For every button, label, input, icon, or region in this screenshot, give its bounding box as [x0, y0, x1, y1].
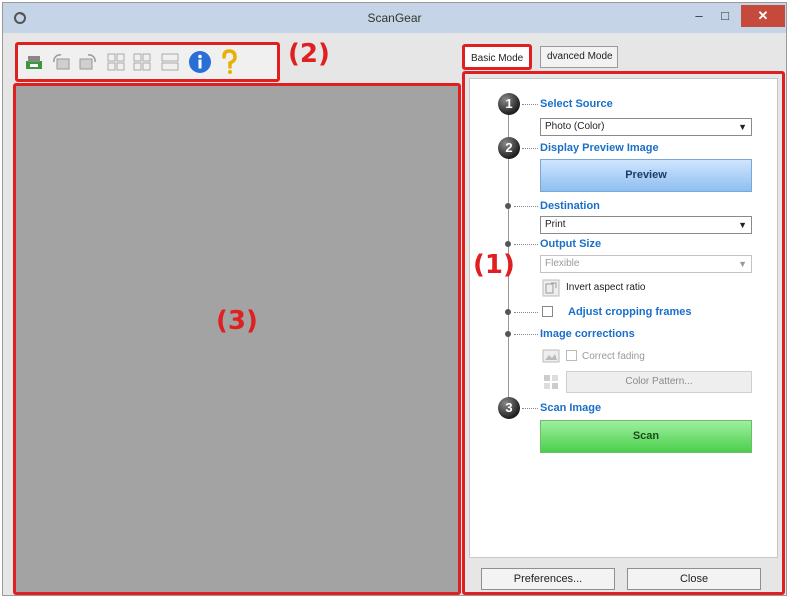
select-source-dropdown[interactable]: Photo (Color) ▼ [540, 118, 752, 136]
connector-dash [514, 244, 538, 245]
connector-dash [522, 104, 538, 105]
select-source-label: Select Source [540, 98, 613, 110]
minimize-icon[interactable]: ‒ [687, 5, 711, 27]
destination-label: Destination [540, 200, 600, 212]
rotate-right-icon[interactable] [78, 52, 98, 72]
connector-dash [514, 312, 538, 313]
select-source-value: Photo (Color) [545, 121, 605, 132]
basic-mode-settings: 1 Select Source Photo (Color) ▼ 2 Displa… [469, 78, 778, 558]
color-pattern-button[interactable]: Color Pattern... [566, 371, 752, 393]
output-size-value: Flexible [545, 258, 580, 269]
title-bar[interactable]: ScanGear ‒ □ ✕ [3, 3, 786, 33]
callout-settings: (1) [473, 250, 515, 280]
callout-preview: (3) [216, 306, 258, 336]
connector-dash [522, 408, 538, 409]
correct-fading-label: Correct fading [582, 351, 645, 362]
step-dot [505, 203, 511, 209]
window-title: ScanGear [367, 11, 422, 25]
tab-basic-mode[interactable]: Basic Mode [462, 44, 533, 70]
rotate-left-icon[interactable] [51, 52, 71, 72]
scan-image-label: Scan Image [540, 402, 602, 414]
preview-area[interactable]: (3) [13, 83, 461, 595]
close-button[interactable]: Close [627, 568, 761, 590]
scangear-window: ScanGear ‒ □ ✕ (2) (3) Basic Mode dvance… [2, 2, 787, 596]
invert-aspect-ratio-label: Invert aspect ratio [566, 282, 646, 293]
connector-dash [514, 206, 538, 207]
output-size-dropdown[interactable]: Flexible ▼ [540, 255, 752, 273]
adjust-cropping-label: Adjust cropping frames [568, 306, 692, 318]
help-icon[interactable] [218, 49, 240, 75]
chevron-down-icon: ▼ [738, 220, 747, 230]
toolbar [15, 42, 280, 82]
step-1-badge: 1 [498, 93, 520, 115]
invert-aspect-ratio-icon[interactable] [542, 279, 560, 297]
maximize-icon[interactable]: □ [713, 5, 737, 27]
connector-dash [522, 148, 538, 149]
chevron-down-icon: ▼ [738, 259, 747, 269]
destination-value: Print [545, 219, 566, 230]
multi-crop-icon[interactable] [160, 52, 180, 72]
info-icon[interactable] [188, 50, 212, 74]
output-size-label: Output Size [540, 238, 602, 250]
image-corrections-label: Image corrections [540, 328, 635, 340]
step-2-badge: 2 [498, 137, 520, 159]
step-3-badge: 3 [498, 397, 520, 419]
callout-toolbar: (2) [288, 39, 330, 69]
connector-dash [514, 334, 538, 335]
chevron-down-icon: ▼ [738, 122, 747, 132]
scan-settings-icon[interactable] [24, 52, 44, 72]
display-preview-label: Display Preview Image [540, 142, 659, 154]
preferences-button[interactable]: Preferences... [481, 568, 615, 590]
scan-button[interactable]: Scan [540, 420, 752, 453]
tab-advanced-mode[interactable]: dvanced Mode [540, 46, 618, 68]
correct-fading-icon [542, 349, 560, 363]
destination-dropdown[interactable]: Print ▼ [540, 216, 752, 234]
color-pattern-icon [544, 375, 558, 389]
adjust-cropping-checkbox[interactable] [542, 306, 553, 317]
step-dot [505, 241, 511, 247]
close-icon[interactable]: ✕ [741, 5, 785, 27]
step-dot [505, 309, 511, 315]
thumbnail-grid-icon[interactable] [106, 52, 126, 72]
correct-fading-checkbox[interactable] [566, 350, 577, 361]
whole-image-icon[interactable] [132, 52, 152, 72]
settings-panel: 1 Select Source Photo (Color) ▼ 2 Displa… [462, 71, 785, 595]
step-dot [505, 331, 511, 337]
preview-button[interactable]: Preview [540, 159, 752, 192]
